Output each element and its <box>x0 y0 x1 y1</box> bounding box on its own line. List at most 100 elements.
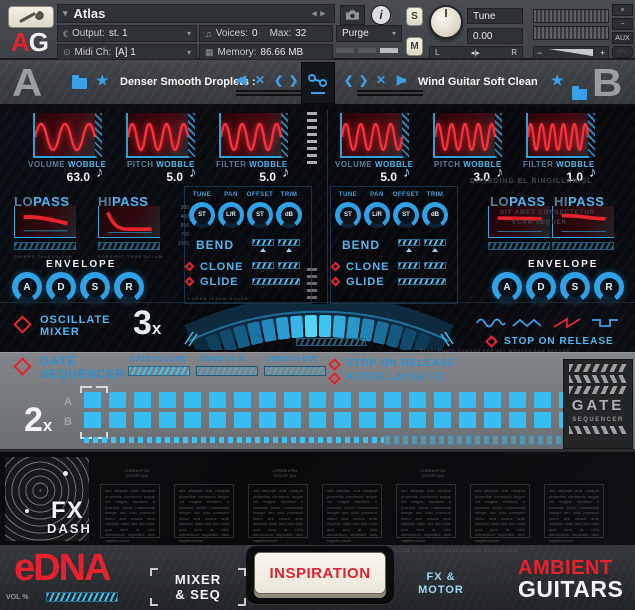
pv-button[interactable]: PV <box>612 46 633 58</box>
prev-next-instrument[interactable]: ◂▸ <box>312 8 329 19</box>
after-layer-fx-diamond-icon[interactable] <box>328 372 341 385</box>
gate-step[interactable] <box>459 412 476 428</box>
lopass-a-display[interactable] <box>14 206 76 238</box>
purge-menu[interactable]: Purge ▾ <box>336 25 402 42</box>
gate-step[interactable] <box>309 412 326 428</box>
trim-b-knob[interactable]: dB <box>422 202 448 228</box>
offset-a-knob[interactable]: ST <box>247 202 273 228</box>
pan-slider[interactable]: L ◂|▸ R <box>429 46 523 59</box>
gate-step[interactable] <box>84 392 101 408</box>
triangle-wave-icon[interactable] <box>512 316 542 330</box>
center-fader[interactable] <box>307 112 317 168</box>
aux-button[interactable]: AUX <box>612 32 633 44</box>
gate-step[interactable] <box>184 392 201 408</box>
wobble-a2-value[interactable]: 5.0 <box>131 170 183 184</box>
clone-a-slider-2[interactable] <box>278 262 300 269</box>
envelope-a-attack-knob[interactable]: A <box>12 272 42 302</box>
layer-a-favorite-icon[interactable]: ★ <box>96 72 109 89</box>
clone-b-slider-2[interactable] <box>424 262 446 269</box>
layer-b-prev-icon[interactable]: ❮ <box>344 74 353 87</box>
gate-step[interactable] <box>259 392 276 408</box>
fx-slot[interactable]: sed aliquam erat volutpat phasellus comm… <box>248 484 308 538</box>
layer-b-next-icon[interactable]: ❯ <box>359 74 368 87</box>
stop-on-release-gate-diamond-icon[interactable] <box>328 358 341 371</box>
layer-a-prev-icon[interactable]: ❮ <box>274 74 283 87</box>
layer-a-speaker-icon[interactable] <box>236 74 249 87</box>
gate-step[interactable] <box>484 412 501 428</box>
instrument-title-bar[interactable]: ▾ Atlas ◂▸ <box>57 4 335 23</box>
stop-on-release-a-diamond-icon[interactable] <box>485 335 498 348</box>
layer-b-folder-icon[interactable] <box>572 89 587 100</box>
smooth-out-slider[interactable] <box>264 366 326 376</box>
gate-step[interactable] <box>509 412 526 428</box>
gate-step[interactable] <box>159 392 176 408</box>
layer-b-preset-name[interactable]: Wind Guitar Soft Clean <box>418 76 538 88</box>
gate-step[interactable] <box>209 392 226 408</box>
footer-volume-slider[interactable] <box>46 592 118 602</box>
inspiration-button[interactable]: INSPIRATION <box>254 552 386 594</box>
square-wave-icon[interactable] <box>590 316 620 330</box>
after-layer-fx-label[interactable]: AFTER LAYER FX <box>346 372 445 383</box>
envelope-a-decay-knob[interactable]: D <box>46 272 76 302</box>
glide-b-slider[interactable] <box>398 278 446 285</box>
purge-caret-icon[interactable]: ▾ <box>392 29 396 38</box>
fx-motor-button[interactable]: FX & MOTOR <box>406 571 476 597</box>
tune-value-box[interactable]: 0.00 <box>467 28 523 44</box>
gate-step[interactable] <box>384 412 401 428</box>
saw-wave-icon[interactable] <box>552 316 582 330</box>
gate-step[interactable] <box>159 412 176 428</box>
gate-step[interactable] <box>434 412 451 428</box>
midi-caret-icon[interactable]: ▾ <box>187 48 191 57</box>
gate-step[interactable] <box>184 412 201 428</box>
gate-step[interactable] <box>234 392 251 408</box>
stop-on-release-gate-label[interactable]: STOP ON RELEASE <box>346 358 456 369</box>
fx-slot[interactable]: sed aliquam erat volutpat phasellus comm… <box>100 484 160 538</box>
pan-b-knob[interactable]: L/R <box>364 202 390 228</box>
output-selector[interactable]: € Output: st. 1 ▾ <box>57 25 197 42</box>
gate-step[interactable] <box>334 392 351 408</box>
oscillate-center-slider[interactable] <box>296 338 366 346</box>
gate-step[interactable] <box>534 392 551 408</box>
gate-step[interactable] <box>284 412 301 428</box>
glide-a-slider[interactable] <box>252 278 300 285</box>
wrench-button[interactable] <box>8 6 54 28</box>
volume-minus[interactable]: − <box>537 48 542 58</box>
layer-b-clear-icon[interactable]: ✕ <box>376 73 386 87</box>
hipass-a-slider[interactable] <box>98 242 160 250</box>
gate-step[interactable] <box>309 392 326 408</box>
hipass-b-slider[interactable] <box>552 242 614 250</box>
gate-step[interactable] <box>534 412 551 428</box>
fx-slot[interactable]: sed aliquam erat volutpat phasellus comm… <box>174 484 234 538</box>
gate-step[interactable] <box>409 412 426 428</box>
sine-wave-icon[interactable] <box>476 316 506 330</box>
mixer-seq-button[interactable]: MIXER & SEQ <box>150 568 246 606</box>
wobble-display-b-volume[interactable] <box>340 113 409 158</box>
wobble-display-a-volume[interactable] <box>33 113 102 158</box>
gate-step[interactable] <box>259 412 276 428</box>
wobble-display-b-pitch[interactable] <box>433 113 502 158</box>
gate-volume-slider[interactable] <box>128 366 190 376</box>
envelope-a-release-knob[interactable]: R <box>114 272 144 302</box>
wobble-a1-value[interactable]: 63.0 <box>38 170 90 184</box>
fx-slot[interactable]: sed aliquam erat volutpat phasellus comm… <box>544 484 604 538</box>
fx-slot[interactable]: sed aliquam erat volutpat phasellus comm… <box>396 484 456 538</box>
minimize-button[interactable]: − <box>612 18 633 30</box>
wobble-b1-note-icon[interactable]: ♪ <box>403 164 411 181</box>
output-caret-icon[interactable]: ▾ <box>187 29 191 38</box>
gate-step[interactable] <box>434 392 451 408</box>
fx-dash-badge[interactable]: FX DASH <box>4 456 90 542</box>
gate-step[interactable] <box>84 412 101 428</box>
wobble-display-b-filter[interactable] <box>526 113 595 158</box>
info-button[interactable]: i <box>371 5 391 25</box>
gate-phase-strip-dim[interactable] <box>384 435 580 445</box>
bend-a-slider-2[interactable] <box>278 239 300 246</box>
envelope-a-sustain-knob[interactable]: S <box>80 272 110 302</box>
wobble-a2-note-icon[interactable]: ♪ <box>189 164 197 181</box>
gate-step[interactable] <box>484 392 501 408</box>
gate-sequencer-diamond-icon[interactable] <box>13 357 31 375</box>
fx-slot[interactable]: sed aliquam erat volutpat phasellus comm… <box>322 484 382 538</box>
ab-link-button[interactable] <box>301 62 335 104</box>
lopass-a-slider[interactable] <box>14 242 76 250</box>
bend-b-slider-2[interactable] <box>424 239 446 246</box>
gate-step[interactable] <box>359 412 376 428</box>
